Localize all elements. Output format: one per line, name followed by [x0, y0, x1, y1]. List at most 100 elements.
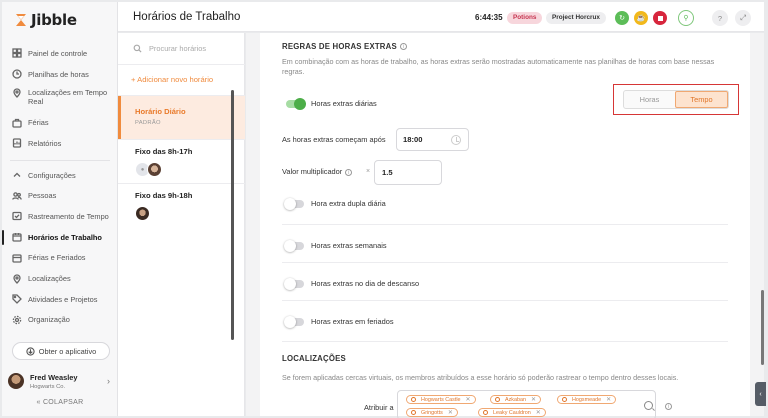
daily-overtime-toggle[interactable]: Horas extras diárias — [286, 97, 377, 110]
scrollbar[interactable] — [231, 90, 234, 340]
user-menu[interactable]: Fred Weasley Hogwarts Co. › — [8, 367, 114, 395]
rest-day-overtime-toggle[interactable]: Horas extras no dia de descanso — [284, 277, 420, 290]
logo[interactable]: Jibble — [14, 11, 77, 29]
add-schedule-button[interactable]: + Adicionar novo horário — [131, 75, 213, 84]
location-chip[interactable]: Hogsmeade ✕ — [557, 395, 617, 404]
location-pin-icon — [562, 397, 567, 402]
info-icon[interactable]: i — [665, 403, 672, 410]
overtime-section-title: REGRAS DE HORAS EXTRAS i — [282, 42, 407, 51]
toggle-switch[interactable] — [286, 97, 306, 110]
user-org: Hogwarts Co. — [30, 383, 66, 390]
sidebar-item-time-off[interactable]: Férias — [2, 112, 118, 133]
top-header: Horários de Trabalho 6:44:35 Potions Pro… — [118, 2, 764, 32]
overtime-start-value: 18:00 — [403, 135, 423, 144]
holiday-overtime-toggle[interactable]: Horas extras em feriados — [284, 315, 394, 328]
overtime-description: Em combinação com as horas de trabalho, … — [282, 57, 715, 76]
locations-select[interactable]: Hogwarts Castle ✕ Azkaban ✕ Hogsmeade ✕ Gri… — [397, 390, 656, 418]
close-icon[interactable]: ✕ — [531, 396, 536, 403]
schedule-name: Fixo das 8h-17h — [135, 147, 193, 156]
divider — [282, 341, 728, 342]
sidebar-item-label: Organização — [28, 315, 70, 325]
schedule-search[interactable] — [133, 44, 239, 53]
sidebar-item-label: Planilhas de horas — [28, 69, 89, 79]
chip-label: Leaky Cauldron — [493, 409, 531, 416]
overtime-start-input[interactable]: 18:00 — [396, 128, 469, 151]
activity-badge[interactable]: Potions — [507, 12, 543, 24]
weekly-overtime-toggle[interactable]: Horas extras semanais — [284, 239, 387, 252]
multiplier-input[interactable]: 1.5 — [374, 160, 442, 185]
sidebar-item-reports[interactable]: Relatórios — [2, 133, 118, 154]
clock-icon — [12, 69, 22, 79]
expand-panel-tab[interactable]: ‹ — [755, 382, 766, 406]
help-icon[interactable]: ? — [712, 10, 728, 26]
toggle-switch[interactable] — [284, 277, 304, 290]
overtime-start-label: As horas extras começam após — [282, 135, 386, 144]
sidebar: Jibble Painel de controle Planilhas de h… — [2, 2, 118, 416]
sidebar-item-label: Rastreamento de Tempo — [28, 211, 109, 221]
location-pin-icon — [411, 397, 416, 402]
info-icon[interactable]: i — [399, 43, 407, 51]
sidebar-item-holidays[interactable]: Férias e Feriados — [2, 248, 118, 269]
sidebar-item-people[interactable]: Pessoas — [2, 185, 118, 206]
chevron-left-icon: ‹ — [759, 390, 762, 398]
toggle-label: Horas extras em feriados — [311, 317, 394, 326]
mode-hours-option[interactable]: Horas — [624, 91, 675, 108]
schedule-item-daily[interactable]: Horário Diário PADRÃO — [118, 96, 245, 139]
toggle-switch[interactable] — [284, 315, 304, 328]
chip-label: Hogsmeade — [572, 396, 602, 403]
sidebar-item-locations[interactable]: Localizações — [2, 268, 118, 289]
highlight-box: Horas Tempo — [613, 84, 739, 115]
search-icon — [133, 44, 142, 53]
divider — [282, 300, 728, 301]
close-icon[interactable]: ✕ — [606, 396, 611, 403]
sidebar-item-timesheets[interactable]: Planilhas de horas — [2, 64, 118, 85]
location-pin-icon — [12, 88, 22, 99]
info-icon[interactable]: i — [345, 168, 353, 176]
location-chip[interactable]: Leaky Cauldron ✕ — [478, 408, 546, 417]
report-icon — [12, 138, 22, 149]
get-app-label: Obter o aplicativo — [38, 346, 97, 356]
sidebar-item-settings[interactable]: Configurações — [2, 165, 118, 186]
play-icon[interactable]: ↻ — [615, 11, 629, 25]
schedule-item-fixed-8-17[interactable]: Fixo das 8h-17h ● — [118, 147, 245, 183]
sidebar-item-work-schedules[interactable]: Horários de Trabalho — [2, 227, 118, 248]
sidebar-item-activities[interactable]: Atividades e Projetos — [2, 289, 118, 310]
toggle-label: Horas extras no dia de descanso — [311, 279, 420, 288]
close-icon[interactable]: ✕ — [448, 409, 453, 416]
schedule-item-fixed-9-18[interactable]: Fixo das 9h-18h — [118, 191, 245, 227]
sidebar-item-label: Localizações — [28, 274, 71, 284]
sidebar-nav: Painel de controle Planilhas de horas Lo… — [2, 43, 118, 330]
sidebar-item-dashboard[interactable]: Painel de controle — [2, 43, 118, 64]
search-input[interactable] — [149, 44, 239, 53]
location-chip[interactable]: Hogwarts Castle ✕ — [406, 395, 476, 404]
close-icon[interactable]: ✕ — [536, 409, 541, 416]
divider — [282, 262, 728, 263]
toggle-switch[interactable] — [284, 197, 304, 210]
mode-time-option[interactable]: Tempo — [675, 91, 728, 108]
double-overtime-toggle[interactable]: Hora extra dupla diária — [284, 197, 386, 210]
avatar — [147, 162, 162, 177]
stop-icon[interactable] — [653, 11, 667, 25]
calendar-icon — [12, 253, 22, 263]
collapse-button[interactable]: « COLAPSAR — [2, 399, 118, 406]
suitcase-icon — [12, 118, 22, 128]
project-badge[interactable]: Project Horcrux — [546, 12, 606, 24]
sidebar-item-live-locations[interactable]: Localizações em Tempo Real — [2, 84, 118, 112]
locations-description: Se forem aplicadas cercas virtuais, os m… — [282, 373, 679, 382]
toggle-switch[interactable] — [284, 239, 304, 252]
close-icon[interactable]: ✕ — [466, 396, 471, 403]
sidebar-item-organization[interactable]: Organização — [2, 310, 118, 331]
scrollbar[interactable] — [761, 290, 764, 365]
search-icon[interactable] — [644, 401, 653, 410]
multiplier-label: Valor multiplicador i — [282, 167, 353, 176]
divider — [282, 224, 728, 225]
stats-icon[interactable]: ⤢ — [735, 10, 751, 26]
coffee-icon[interactable]: ☕ — [634, 11, 648, 25]
schedules-panel: + Adicionar novo horário Horário Diário … — [118, 33, 245, 416]
tracking-icon — [12, 211, 22, 221]
location-chip[interactable]: Azkaban ✕ — [490, 395, 542, 404]
location-chip[interactable]: Gringotts ✕ — [406, 408, 458, 417]
get-app-button[interactable]: Obter o aplicativo — [12, 342, 110, 360]
sidebar-item-time-tracking[interactable]: Rastreamento de Tempo — [2, 206, 118, 227]
person-clock-icon[interactable]: ⚲ — [678, 10, 694, 26]
